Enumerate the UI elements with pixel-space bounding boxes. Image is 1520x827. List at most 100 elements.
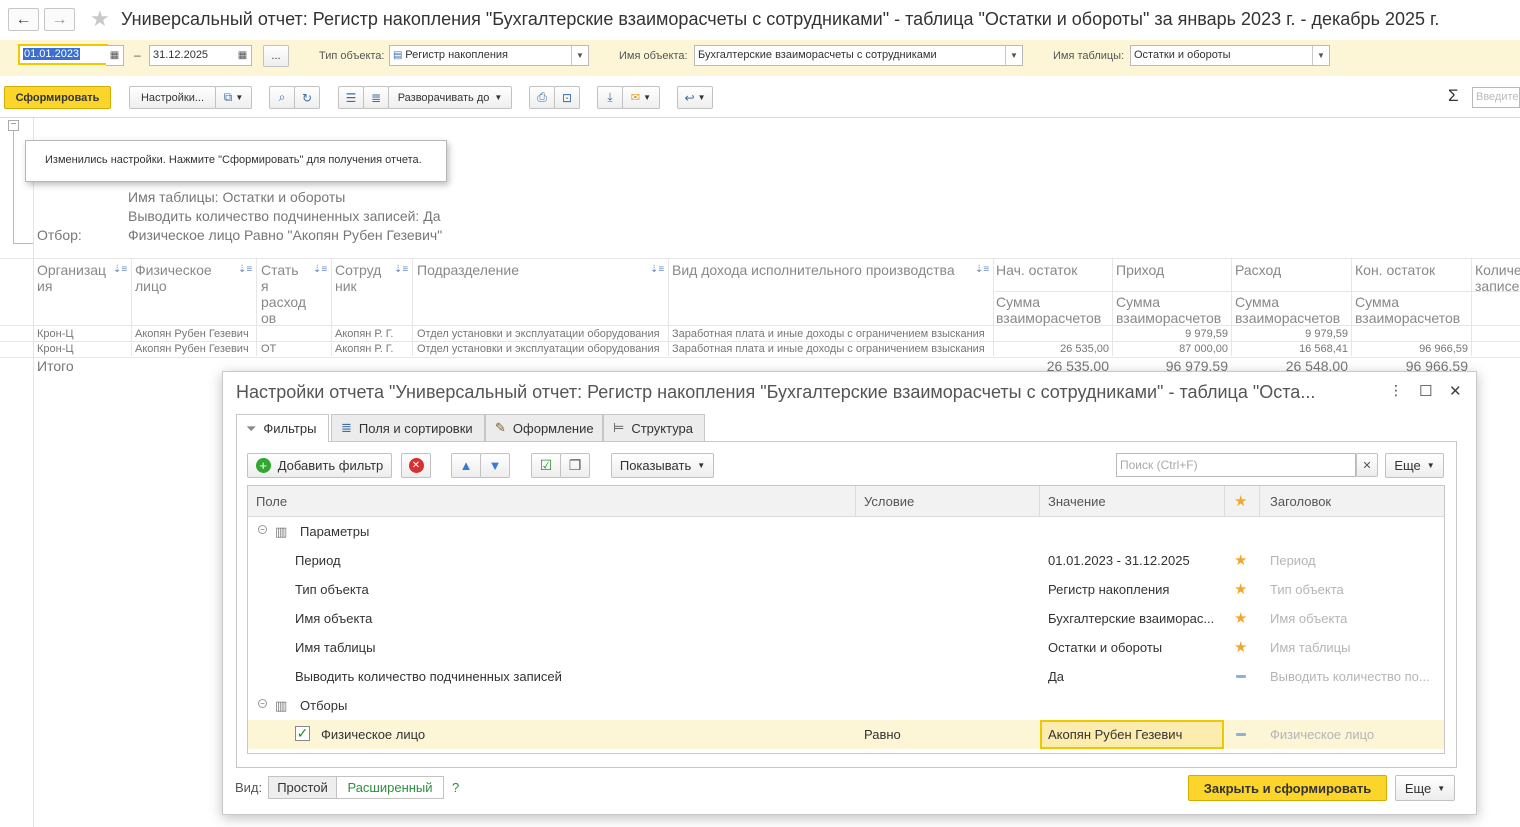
field-title: Имя объекта (1270, 611, 1348, 626)
object-name-label: Имя объекта: (619, 50, 688, 62)
chevron-down-icon[interactable]: ▼ (571, 46, 588, 65)
close-icon[interactable]: ✕ (1449, 382, 1462, 400)
settings-button[interactable]: Настройки... (129, 86, 216, 109)
filters-panel: + Добавить фильтр ✕ ▲ ▼ ☑ ❐ Показывать ▼ П… (236, 441, 1457, 768)
move-down-button[interactable]: ▼ (480, 453, 510, 478)
header-income-type: Вид дохода исполнительного производства (672, 262, 955, 278)
add-filter-button[interactable]: + Добавить фильтр (247, 453, 392, 478)
back-button[interactable]: ← (8, 8, 39, 31)
grid-header: Поле Условие Значение ★ Заголовок (248, 486, 1444, 517)
preview-icon: ⊡ (561, 90, 573, 105)
date-to-input[interactable]: 31.12.2025 (149, 45, 235, 66)
object-name-select[interactable]: Бухгалтерские взаиморасчеты с сотрудника… (694, 45, 1023, 66)
delete-button[interactable]: ✕ (401, 453, 431, 478)
send-email-button[interactable]: ✉ ▼ (622, 86, 660, 109)
column-sep (1224, 486, 1225, 517)
generate-button[interactable]: Сформировать (4, 86, 111, 109)
calendar-icon[interactable]: ▦ (234, 45, 252, 66)
tab-appearance[interactable]: ✎ Оформление (485, 414, 603, 441)
collapse-header-icon[interactable]: − (8, 120, 19, 131)
field-title: Имя таблицы (1270, 640, 1351, 655)
copy-icon: ⧉ (223, 90, 233, 104)
uncheck-all-icon: ❐ (568, 457, 582, 473)
cell-expense: 16 568,41 (1299, 343, 1348, 355)
uncheck-all-button[interactable]: ❐ (560, 453, 590, 478)
favorite-star-icon[interactable]: ★ (90, 6, 110, 32)
dash-icon[interactable] (1236, 675, 1246, 678)
list-item[interactable]: Выводить количество подчиненных записей … (248, 662, 1444, 691)
period-select-button[interactable]: ... (263, 45, 289, 67)
field-name: Период (295, 553, 341, 568)
tab-structure[interactable]: ⊨ Структура (603, 414, 705, 441)
field-value: Бухгалтерские взаиморас... (1048, 611, 1215, 626)
sort-icon[interactable]: ⇣≡ (650, 264, 664, 275)
move-up-button[interactable]: ▲ (451, 453, 481, 478)
undo-button[interactable]: ↩ ▼ (677, 86, 713, 109)
clear-search-button[interactable]: ✕ (1356, 453, 1378, 477)
group-row-params[interactable]: − ▥ Параметры (248, 517, 1444, 546)
print-icon: ⎙ (537, 90, 547, 104)
sort-icon[interactable]: ⇣≡ (313, 264, 327, 275)
sum-icon[interactable]: Σ (1448, 86, 1459, 106)
find-button[interactable]: ⌕ (269, 86, 295, 109)
view-simple-button[interactable]: Простой (268, 776, 337, 799)
group-level-button[interactable]: ☰ (338, 86, 364, 109)
header-end-balance: Кон. остаток (1355, 262, 1436, 278)
more-vertical-icon[interactable]: ⋮ (1389, 382, 1403, 399)
calendar-icon[interactable]: ▦ (106, 45, 124, 66)
refresh-button[interactable]: ↻ (294, 86, 320, 109)
collapse-button[interactable]: ≣ (363, 86, 389, 109)
more-button[interactable]: Еще ▼ (1395, 775, 1455, 801)
report-settings-dialog: Настройки отчета "Универсальный отчет: Р… (222, 371, 1477, 815)
chevron-down-icon[interactable]: ▼ (1005, 46, 1022, 65)
close-and-generate-button[interactable]: Закрыть и сформировать (1188, 775, 1387, 801)
help-icon[interactable]: ? (452, 780, 459, 795)
save-button[interactable]: ⤓ (597, 86, 623, 109)
collapse-icon[interactable]: − (258, 525, 267, 534)
search-input[interactable]: Поиск (Ctrl+F) (1116, 453, 1356, 477)
star-icon[interactable]: ★ (1234, 609, 1247, 627)
group-row-filters[interactable]: − ▥ Отборы (248, 691, 1444, 720)
view-advanced-button[interactable]: Расширенный (336, 776, 444, 799)
field-name: Выводить количество подчиненных записей (295, 669, 562, 684)
list-item[interactable]: Имя таблицы Остатки и обороты ★ Имя табл… (248, 633, 1444, 662)
list-item-selected[interactable]: ✓ Физическое лицо Равно Акопян Рубен Гез… (248, 720, 1444, 749)
sum-input[interactable]: Введите (1472, 87, 1520, 108)
sort-icon[interactable]: ⇣≡ (113, 264, 127, 275)
list-icon: ≣ (370, 90, 382, 105)
checkbox-checked[interactable]: ✓ (295, 726, 310, 741)
check-all-button[interactable]: ☑ (531, 453, 561, 478)
date-from-input[interactable]: 01.01.2023 (18, 44, 108, 65)
tab-filters[interactable]: ⏷ Фильтры (236, 414, 329, 442)
preview-button[interactable]: ⊡ (554, 86, 580, 109)
dash-icon[interactable] (1236, 733, 1246, 736)
sort-icon[interactable]: ⇣≡ (238, 264, 252, 275)
show-button[interactable]: Показывать ▼ (611, 453, 714, 478)
more-button[interactable]: Еще ▼ (1385, 453, 1444, 478)
sort-icon[interactable]: ⇣≡ (394, 264, 408, 275)
table-name-select[interactable]: Остатки и обороты ▼ (1130, 45, 1330, 66)
field-name: Имя объекта (295, 611, 373, 626)
date-dash: – (134, 48, 141, 62)
maximize-icon[interactable]: ☐ (1419, 382, 1432, 400)
variants-button[interactable]: ⧉ ▼ (215, 86, 252, 109)
cell-expense: 9 979,59 (1305, 328, 1348, 340)
star-icon[interactable]: ★ (1234, 580, 1247, 598)
forward-button[interactable]: → (44, 8, 75, 31)
view-label: Вид: (235, 780, 263, 795)
collapse-icon[interactable]: − (258, 699, 267, 708)
star-icon[interactable]: ★ (1234, 551, 1247, 569)
list-item[interactable]: Тип объекта Регистр накопления ★ Тип объ… (248, 575, 1444, 604)
expand-to-button[interactable]: Разворачивать до ▼ (388, 86, 512, 109)
object-type-select[interactable]: ▤ Регистр накопления ▼ (389, 45, 589, 66)
list-item[interactable]: Период 01.01.2023 - 31.12.2025 ★ Период (248, 546, 1444, 575)
sort-icon[interactable]: ⇣≡ (975, 264, 989, 275)
star-icon[interactable]: ★ (1234, 638, 1247, 656)
group-label: Параметры (300, 524, 370, 539)
chevron-down-icon[interactable]: ▼ (1312, 46, 1329, 65)
list-item[interactable]: Имя объекта Бухгалтерские взаиморас... ★… (248, 604, 1444, 633)
print-button[interactable]: ⎙ (529, 86, 555, 109)
tab-fields-sorting[interactable]: ≣ Поля и сортировки (331, 414, 485, 441)
value-input[interactable]: Акопян Рубен Гезевич (1040, 720, 1224, 749)
header-department: Подразделение (417, 262, 520, 278)
